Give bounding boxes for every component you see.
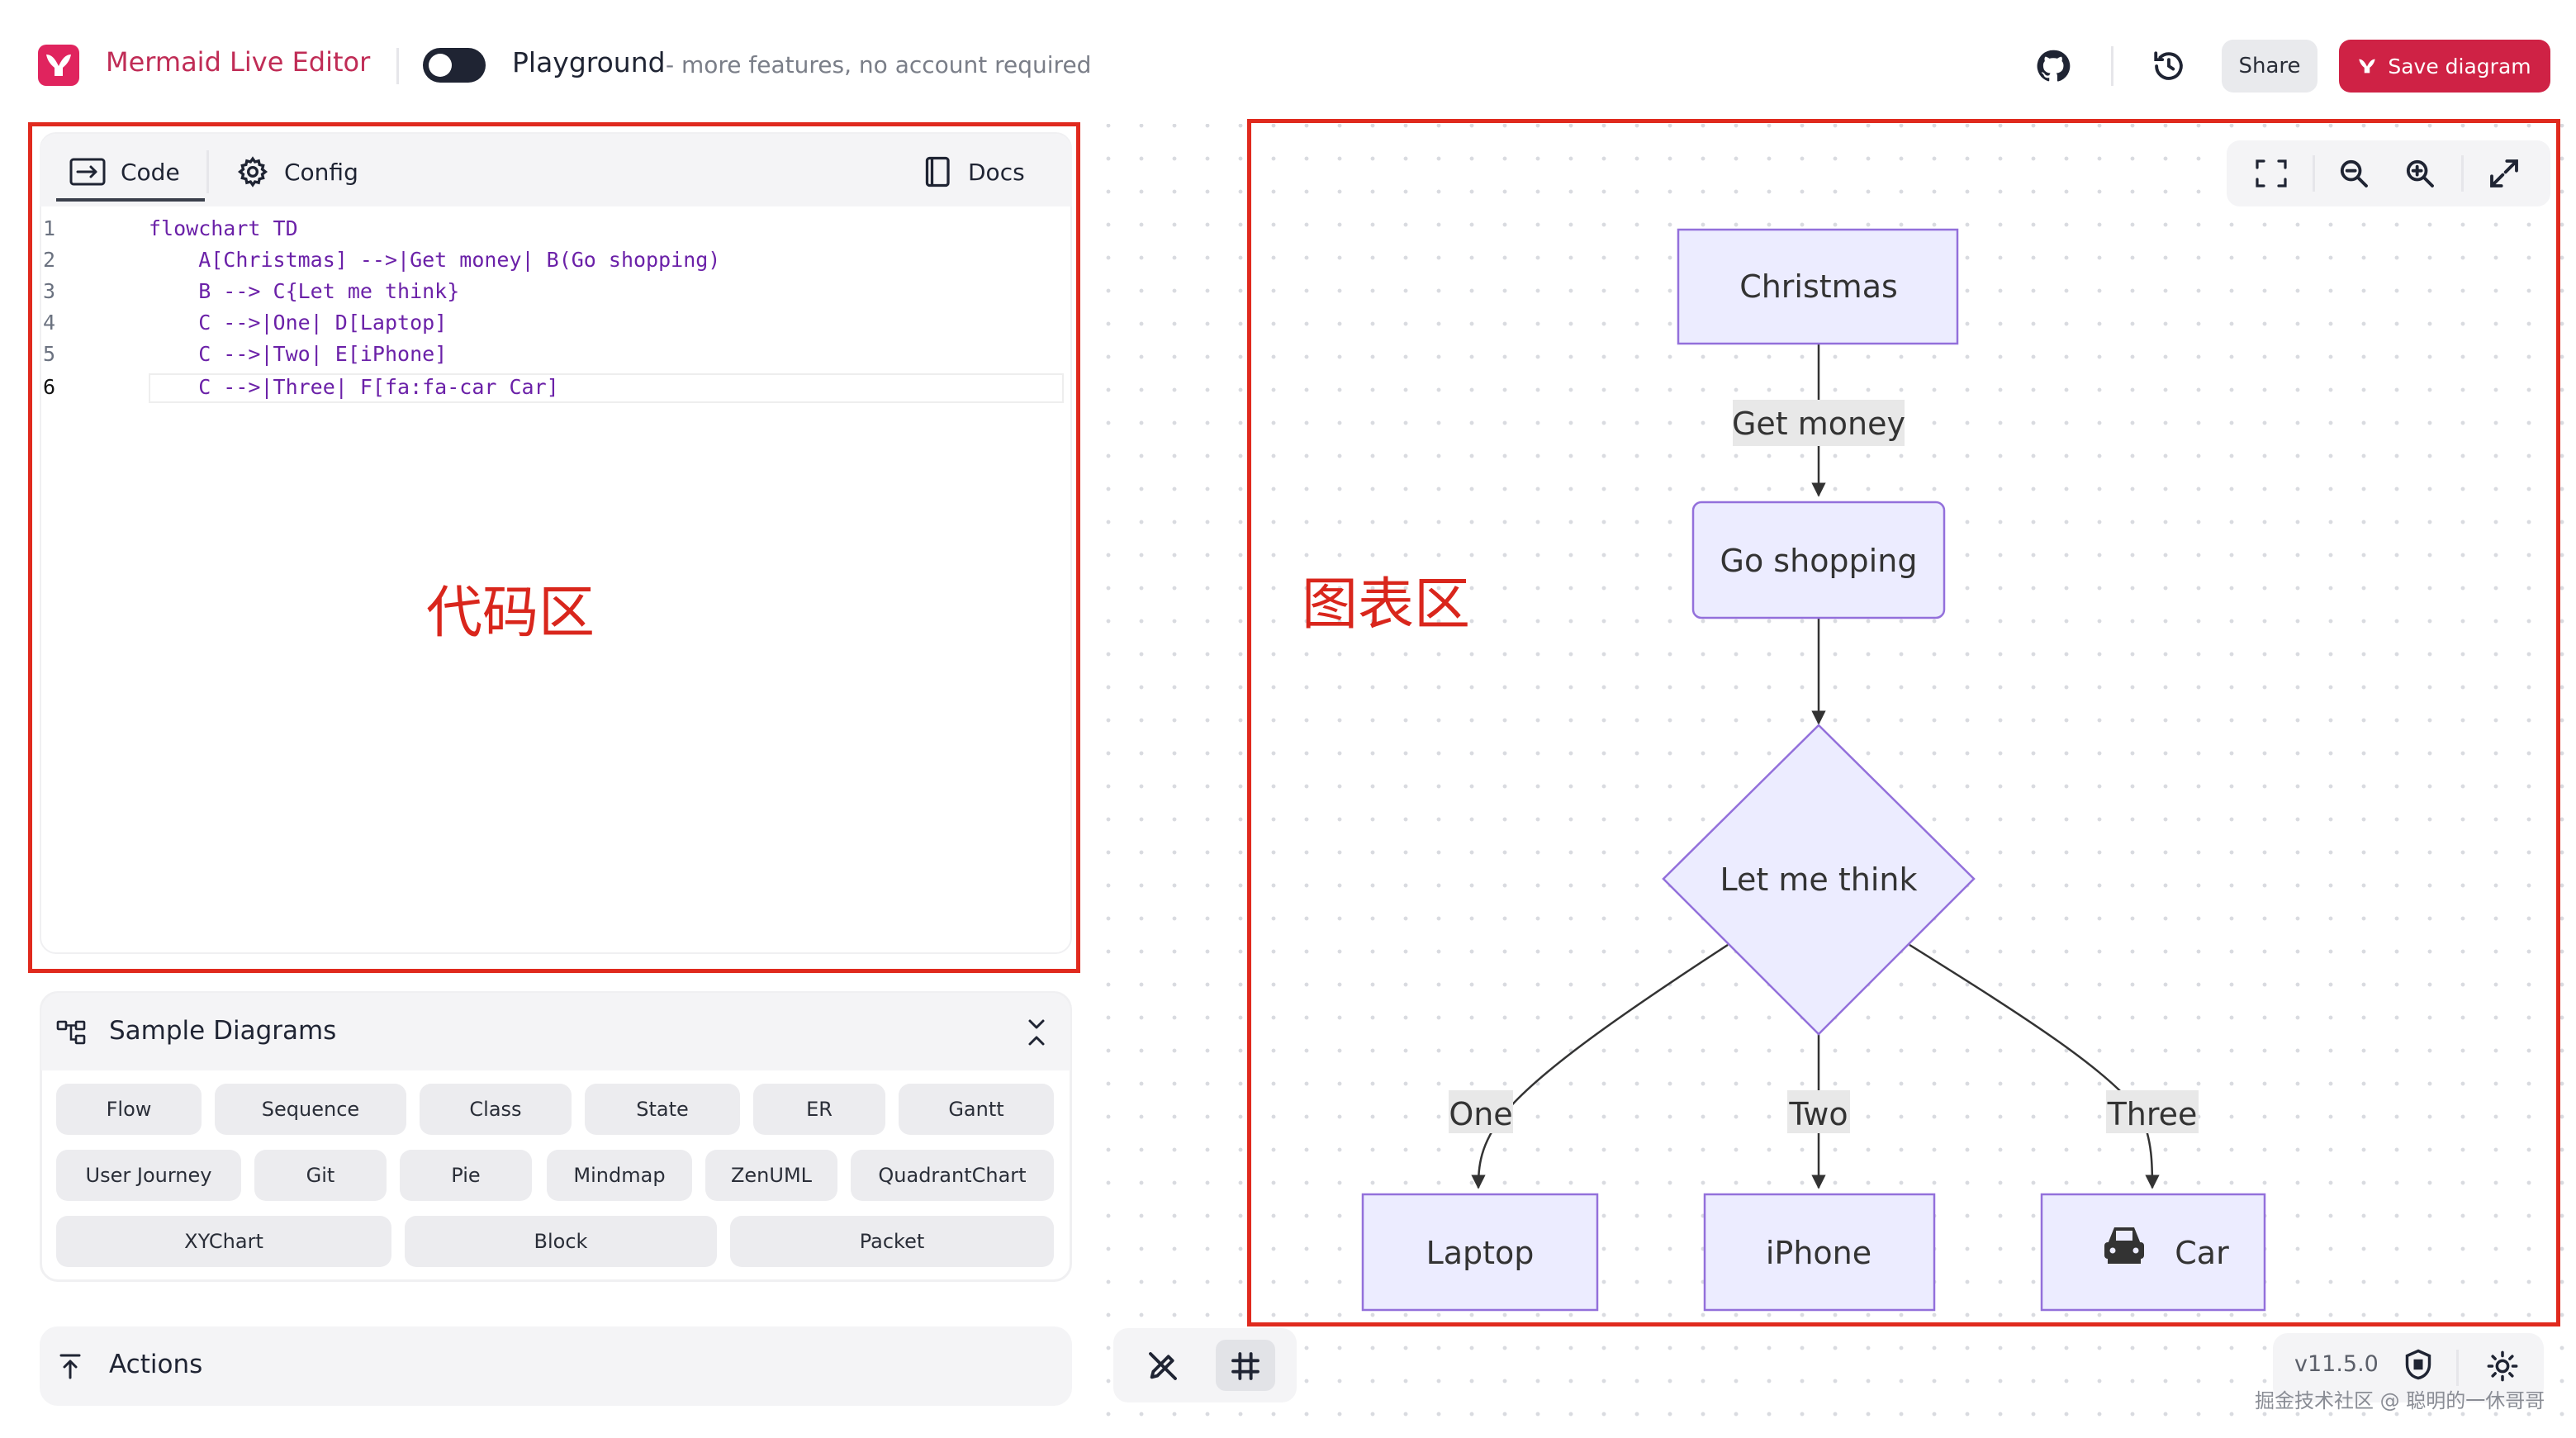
version-label[interactable]: v11.5.0 xyxy=(2294,1351,2379,1377)
watermark-text: 掘金技术社区 @ 聪明的一休哥哥 xyxy=(2255,1389,2545,1412)
diagram-area-highlight-box xyxy=(1247,119,2560,1326)
grid-icon[interactable] xyxy=(1229,1350,1262,1386)
shield-icon[interactable] xyxy=(2403,1348,2433,1384)
version-divider xyxy=(2456,1350,2459,1386)
sun-theme-icon[interactable] xyxy=(2486,1350,2519,1386)
edit-pen-icon[interactable] xyxy=(1146,1350,1179,1386)
